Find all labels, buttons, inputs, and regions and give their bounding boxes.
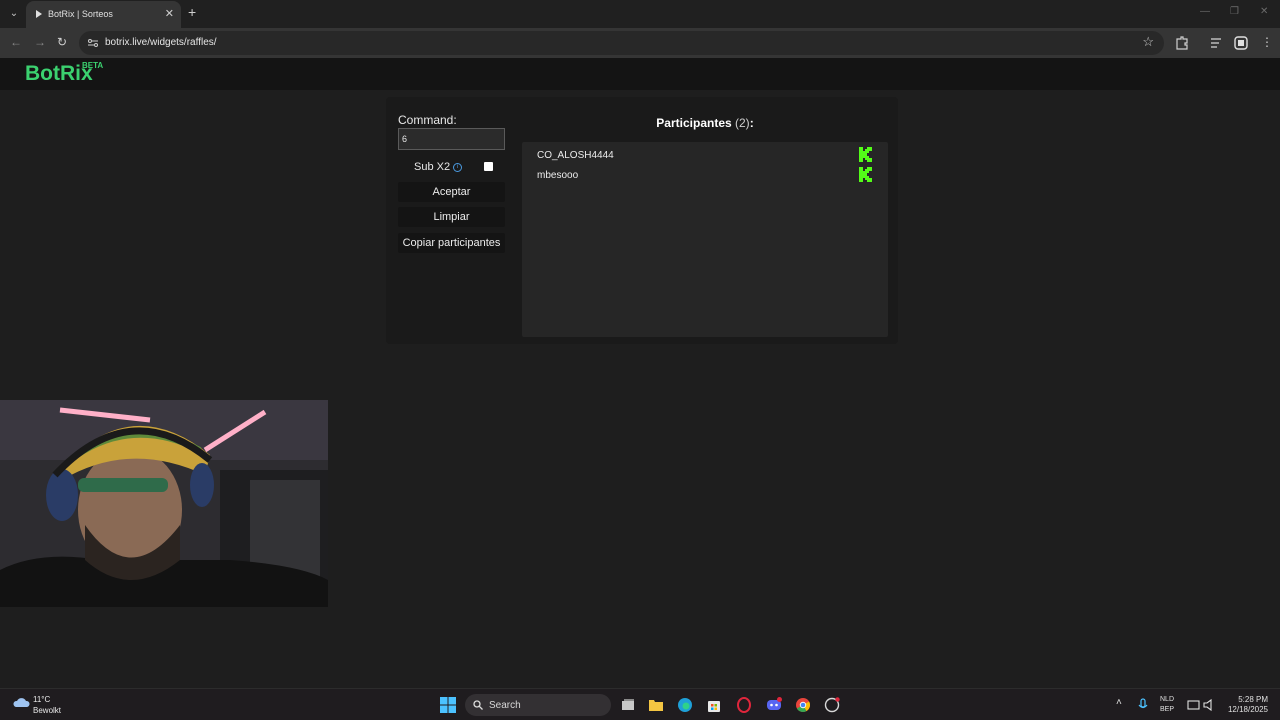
browser-tab[interactable]: BotRix | Sorteos ✕ bbox=[26, 1, 181, 28]
site-settings-icon[interactable] bbox=[87, 37, 99, 49]
new-tab-icon[interactable]: + bbox=[188, 4, 196, 20]
beta-badge: BETA bbox=[82, 61, 104, 70]
tab-close-icon[interactable]: ✕ bbox=[165, 7, 174, 20]
botrix-favicon-icon bbox=[36, 10, 42, 18]
language-indicator[interactable]: NLD BEP bbox=[1160, 695, 1174, 715]
participants-list: CO_ALOSH4444 mbesooo bbox=[522, 142, 888, 337]
network-icon[interactable] bbox=[1186, 697, 1202, 713]
browser-menu-icon[interactable]: ⋮ bbox=[1261, 35, 1273, 49]
webcam-overlay bbox=[0, 400, 328, 607]
clock-date: 12/18/2025 bbox=[1227, 705, 1268, 714]
tray-overflow-icon[interactable]: ˄ bbox=[1116, 697, 1122, 708]
accept-button[interactable]: Aceptar bbox=[398, 182, 505, 202]
taskbar: 11°C Bewolkt Search ˄ NLD BEP 5:28 PM 12… bbox=[0, 688, 1280, 720]
command-input[interactable] bbox=[398, 128, 505, 150]
kick-icon bbox=[859, 167, 872, 182]
search-icon bbox=[473, 700, 483, 710]
reload-icon[interactable]: ↻ bbox=[57, 35, 67, 49]
participant-name: mbesooo bbox=[537, 170, 579, 181]
task-view-icon[interactable] bbox=[620, 697, 636, 713]
url-text: botrix.live/widgets/raffles/ bbox=[105, 37, 217, 48]
tab-title: BotRix | Sorteos bbox=[48, 9, 113, 19]
participants-colon: : bbox=[749, 116, 754, 130]
browser-toolbar: ← → ↻ botrix.live/widgets/raffles/ ☆ ⋮ bbox=[0, 28, 1280, 58]
raffle-panel: Command: Sub X2 i Aceptar Limpiar Copiar… bbox=[386, 97, 898, 344]
forward-icon[interactable]: → bbox=[34, 35, 46, 49]
tab-list-button[interactable]: ⌄ bbox=[5, 5, 23, 23]
info-icon[interactable]: i bbox=[453, 163, 462, 172]
file-explorer-icon[interactable] bbox=[648, 697, 664, 713]
participants-count: (2) bbox=[735, 116, 750, 130]
clock[interactable]: 5:28 PM 12/18/2025 bbox=[1228, 695, 1268, 715]
edge-icon[interactable] bbox=[677, 697, 693, 713]
copy-participants-button[interactable]: Copiar participantes bbox=[398, 233, 505, 253]
close-window-icon[interactable]: ✕ bbox=[1260, 6, 1268, 17]
participants-title: Participantes (2): bbox=[386, 116, 1024, 130]
sub-x2-label: Sub X2 bbox=[414, 161, 451, 173]
participant-name: CO_ALOSH4444 bbox=[537, 150, 614, 161]
chrome-icon[interactable] bbox=[795, 697, 811, 713]
microphone-icon[interactable] bbox=[1135, 697, 1151, 713]
weather-temperature[interactable]: 11°C bbox=[33, 695, 50, 704]
address-bar[interactable]: botrix.live/widgets/raffles/ ☆ bbox=[79, 31, 1164, 55]
opera-gx-icon[interactable] bbox=[736, 697, 752, 713]
restore-icon[interactable]: ❐ bbox=[1230, 6, 1239, 17]
extensions-icon[interactable] bbox=[1173, 34, 1191, 52]
discord-icon[interactable] bbox=[766, 697, 782, 713]
kick-icon bbox=[859, 147, 872, 162]
clear-button[interactable]: Limpiar bbox=[398, 207, 505, 227]
keyboard-layout: BEP bbox=[1160, 706, 1175, 713]
back-icon[interactable]: ← bbox=[10, 35, 22, 49]
browser-tabbar: ⌄ BotRix | Sorteos ✕ + — ❐ ✕ bbox=[0, 0, 1280, 28]
store-icon[interactable] bbox=[706, 697, 722, 713]
minimize-icon[interactable]: — bbox=[1200, 6, 1210, 17]
sub-x2-checkbox[interactable] bbox=[484, 162, 493, 171]
clock-time: 5:28 PM bbox=[1238, 695, 1268, 704]
list-item: mbesooo bbox=[537, 167, 873, 185]
search-label: Search bbox=[489, 700, 521, 711]
reading-list-icon[interactable] bbox=[1208, 34, 1226, 52]
windows-start-icon[interactable] bbox=[440, 697, 456, 713]
weather-description[interactable]: Bewolkt bbox=[33, 706, 61, 715]
site-header: BotRix BETA bbox=[0, 58, 1280, 90]
profile-icon[interactable] bbox=[1232, 34, 1250, 52]
language-code: NLD bbox=[1160, 696, 1175, 703]
list-item: CO_ALOSH4444 bbox=[537, 147, 873, 165]
obs-icon[interactable] bbox=[824, 697, 840, 713]
volume-icon[interactable] bbox=[1202, 697, 1218, 713]
participants-label: Participantes bbox=[656, 116, 732, 130]
taskbar-search[interactable]: Search bbox=[465, 694, 611, 716]
bookmark-star-icon[interactable]: ☆ bbox=[1142, 34, 1154, 50]
cloud-icon[interactable] bbox=[12, 696, 30, 708]
webcam-image bbox=[0, 400, 328, 607]
